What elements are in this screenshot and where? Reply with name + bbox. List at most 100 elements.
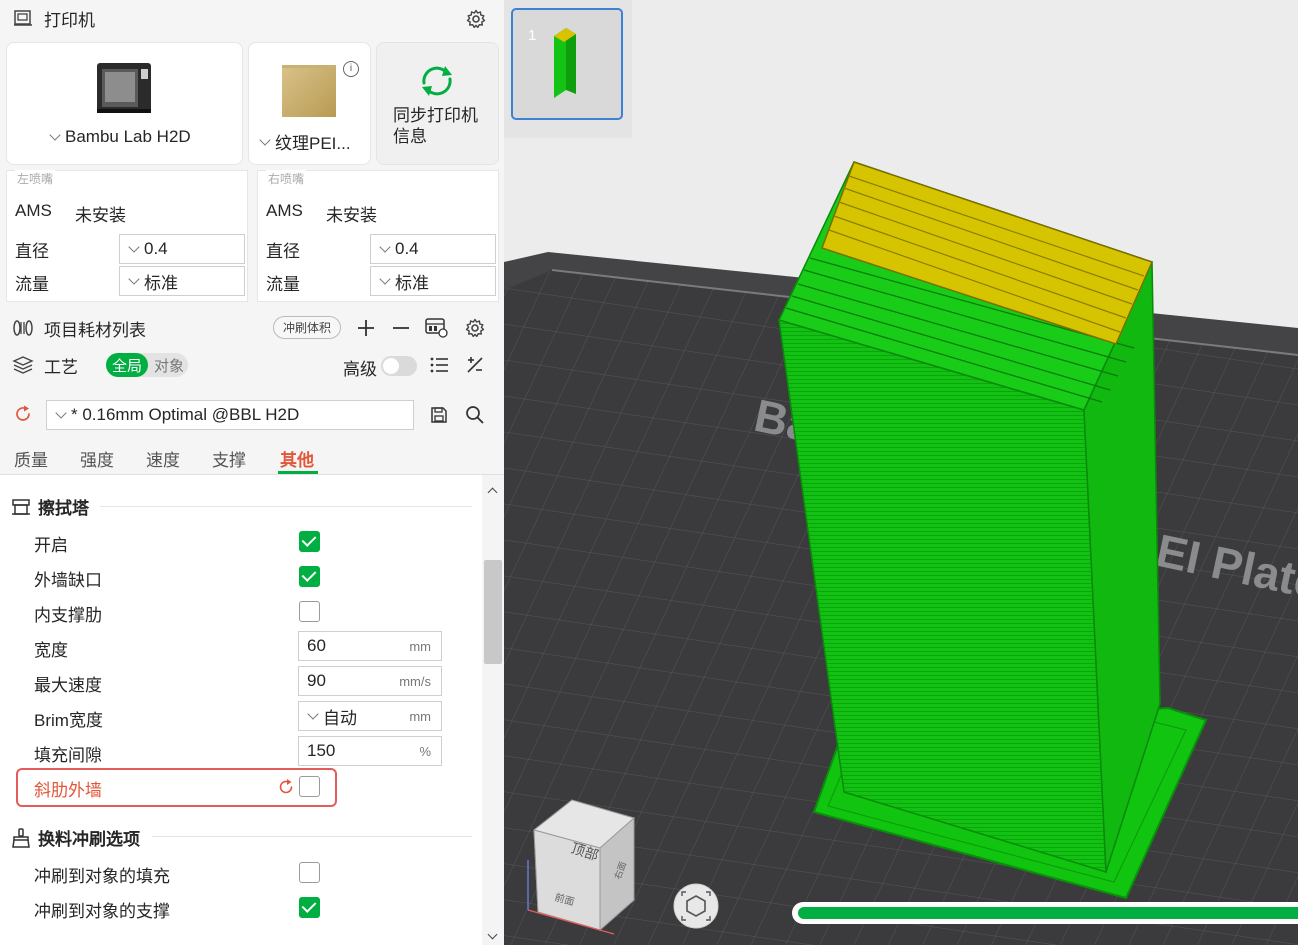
brim-width-label: Brim宽度 [34, 711, 103, 730]
group-divider [100, 506, 472, 507]
compare-presets-icon[interactable] [463, 353, 487, 377]
left-ams-value: 未安装 [75, 206, 126, 225]
layers-icon [12, 354, 34, 376]
flush-volume-button[interactable]: 冲刷体积 [273, 316, 341, 339]
flush-into-support-label: 冲刷到对象的支撑 [34, 902, 170, 921]
printer-icon [12, 7, 34, 29]
left-flow-label: 流量 [15, 275, 49, 294]
remove-filament-minus-icon[interactable] [389, 316, 413, 340]
rib-wall-checkbox[interactable] [299, 776, 320, 797]
flush-into-support-checkbox[interactable] [299, 897, 320, 918]
right-nozzle-title: 右喷嘴 [266, 170, 307, 187]
scroll-down-icon[interactable] [487, 929, 498, 940]
width-input[interactable]: 60 mm [298, 631, 442, 661]
filament-sync-ams-icon[interactable] [424, 315, 448, 339]
infill-gap-label: 填充间隙 [34, 746, 102, 765]
advanced-mode-switch[interactable] [381, 356, 417, 376]
max-speed-input[interactable]: 90 mm/s [298, 666, 442, 696]
advanced-label: 高级 [343, 360, 377, 379]
global-object-toggle[interactable]: 全局 对象 [106, 353, 188, 377]
settings-list: 擦拭塔 开启 外墙缺口 内支撑肋 宽度 60 mm 最大速度 90 mm/s B… [0, 474, 504, 945]
recenter-view-button[interactable] [673, 883, 719, 929]
scroll-up-icon[interactable] [487, 487, 498, 498]
scrollbar[interactable] [482, 475, 504, 945]
left-diameter-dropdown[interactable]: 0.4 [119, 234, 245, 264]
sync-printer-info-button[interactable]: 同步打印机 信息 [376, 42, 499, 165]
process-section-title: 工艺 [44, 357, 78, 377]
filament-settings-gear-icon[interactable] [463, 316, 487, 340]
3d-viewport[interactable]: Ba EI Plate 1 顶部 前面 右面 [504, 0, 1298, 945]
printer-name-dropdown[interactable]: Bambu Lab H2D [49, 127, 191, 147]
prime-tower-enable-checkbox[interactable] [299, 531, 320, 552]
flush-into-infill-checkbox[interactable] [299, 862, 320, 883]
toggle-global-option[interactable]: 全局 [106, 353, 148, 377]
right-ams-label: AMS [266, 201, 303, 220]
max-speed-label: 最大速度 [34, 676, 102, 695]
left-flow-dropdown[interactable]: 标准 [119, 266, 245, 296]
internal-ribs-label: 内支撑肋 [34, 606, 102, 625]
printer-image [95, 61, 153, 120]
chevron-down-icon [128, 241, 140, 253]
rib-wall-label: 斜肋外墙 [34, 781, 102, 800]
chevron-down-icon [128, 273, 140, 285]
brush-icon [10, 827, 32, 849]
filament-spool-icon [12, 317, 34, 339]
tab-support[interactable]: 支撑 [212, 446, 246, 471]
scrollbar-thumb[interactable] [484, 560, 502, 664]
right-flow-label: 流量 [266, 275, 300, 294]
right-flow-dropdown[interactable]: 标准 [370, 266, 496, 296]
infill-gap-input[interactable]: 150 % [298, 736, 442, 766]
tab-quality[interactable]: 质量 [14, 446, 48, 471]
reset-preset-icon[interactable] [11, 402, 35, 426]
printer-section-title: 打印机 [44, 10, 95, 30]
plate-image [281, 63, 339, 124]
chevron-down-icon [307, 708, 319, 720]
width-label: 宽度 [34, 641, 68, 660]
chevron-down-icon [49, 129, 61, 141]
chevron-down-icon [379, 273, 391, 285]
sync-label: 同步打印机 信息 [393, 106, 478, 146]
chevron-down-icon [379, 241, 391, 253]
right-ams-value: 未安装 [326, 206, 377, 225]
left-nozzle-panel: 左喷嘴 AMS 未安装 直径 0.4 流量 标准 [6, 170, 248, 302]
sidebar: 打印机 Bambu Lab H2D i 纹理PEI... 同步打印机 信息 左喷… [0, 0, 504, 945]
add-filament-plus-icon[interactable] [354, 316, 378, 340]
right-diameter-dropdown[interactable]: 0.4 [370, 234, 496, 264]
right-diameter-label: 直径 [266, 242, 300, 261]
process-preset-dropdown[interactable]: * 0.16mm Optimal @BBL H2D [46, 400, 414, 430]
skip-points-label: 外墙缺口 [34, 571, 102, 590]
filament-section-title: 项目耗材列表 [44, 320, 146, 340]
flush-options-group-header: 换料冲刷选项 [10, 825, 140, 850]
printer-settings-gear-icon[interactable] [464, 7, 488, 31]
tab-strength[interactable]: 强度 [80, 446, 114, 471]
flush-into-infill-label: 冲刷到对象的填充 [34, 867, 170, 886]
reset-value-icon[interactable] [274, 775, 298, 799]
search-icon[interactable] [463, 403, 487, 427]
plate-selector-card[interactable]: i 纹理PEI... [248, 42, 371, 165]
list-view-icon[interactable] [427, 353, 451, 377]
tab-others[interactable]: 其他 [280, 446, 314, 471]
skip-points-checkbox[interactable] [299, 566, 320, 587]
prime-tower-group-header: 擦拭塔 [10, 494, 89, 519]
scene-canvas[interactable]: Ba EI Plate 1 顶部 前面 右面 [504, 0, 1298, 945]
printer-section-header: 打印机 [0, 0, 504, 36]
toggle-object-option[interactable]: 对象 [150, 353, 188, 377]
plate-type-dropdown[interactable]: 纹理PEI... [259, 129, 351, 154]
plate-number: 1 [528, 27, 536, 44]
chevron-down-icon [55, 407, 67, 419]
save-preset-icon[interactable] [427, 403, 451, 427]
brim-width-dropdown[interactable]: 自动 mm [298, 701, 442, 731]
sync-icon [417, 63, 457, 104]
printer-selector-card[interactable]: Bambu Lab H2D [6, 42, 243, 165]
internal-ribs-checkbox[interactable] [299, 601, 320, 622]
prime-tower-icon [10, 496, 32, 518]
switch-knob [383, 358, 399, 374]
info-icon[interactable]: i [343, 61, 359, 77]
chevron-down-icon [259, 133, 271, 146]
slicing-progress-fill [798, 907, 1298, 919]
group-divider [152, 836, 472, 837]
left-nozzle-title: 左喷嘴 [15, 170, 56, 187]
left-ams-label: AMS [15, 201, 52, 220]
tab-speed[interactable]: 速度 [146, 446, 180, 471]
prime-tower-enable-label: 开启 [34, 536, 68, 555]
